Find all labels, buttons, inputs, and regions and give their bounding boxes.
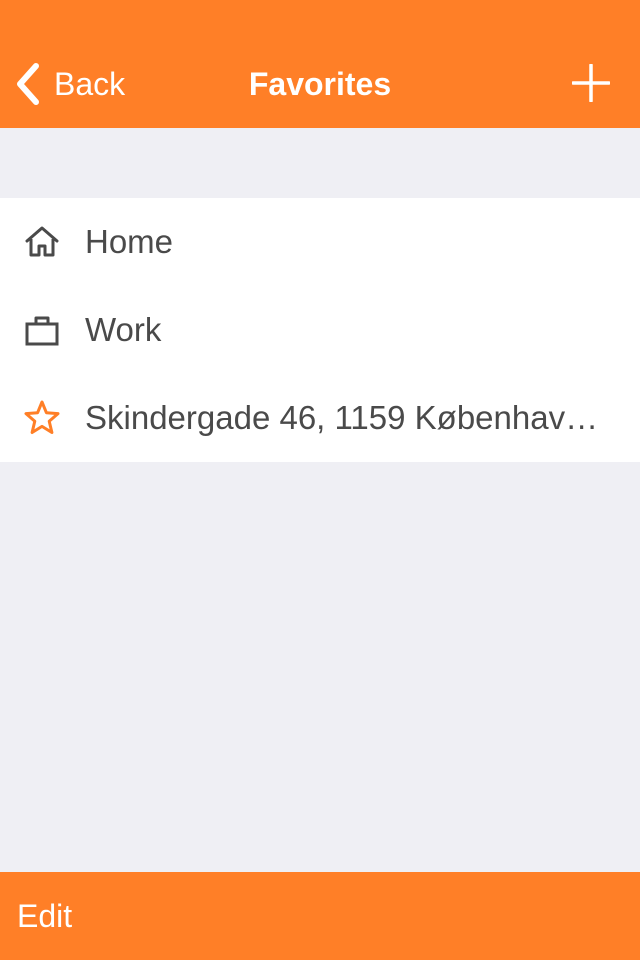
star-icon <box>22 398 62 438</box>
favorite-item-work[interactable]: Work <box>0 286 640 374</box>
favorites-list: Home Work Skindergade 46, 1159 København… <box>0 198 640 462</box>
home-icon <box>22 222 62 262</box>
favorite-item-label: Work <box>85 311 162 348</box>
favorite-item-label: Home <box>85 223 174 260</box>
page-title: Favorites <box>248 66 392 102</box>
briefcase-icon <box>22 310 62 350</box>
navigation-bar: Back Favorites <box>0 0 640 128</box>
plus-icon <box>572 64 610 102</box>
favorite-item-address[interactable]: Skindergade 46, 1159 København K <box>0 374 640 462</box>
bottom-toolbar: Edit <box>0 872 640 960</box>
favorite-item-home[interactable]: Home <box>0 198 640 286</box>
edit-button[interactable]: Edit <box>17 872 72 960</box>
add-favorite-button[interactable] <box>572 64 610 102</box>
favorite-item-label: Skindergade 46, 1159 København K <box>85 399 606 436</box>
